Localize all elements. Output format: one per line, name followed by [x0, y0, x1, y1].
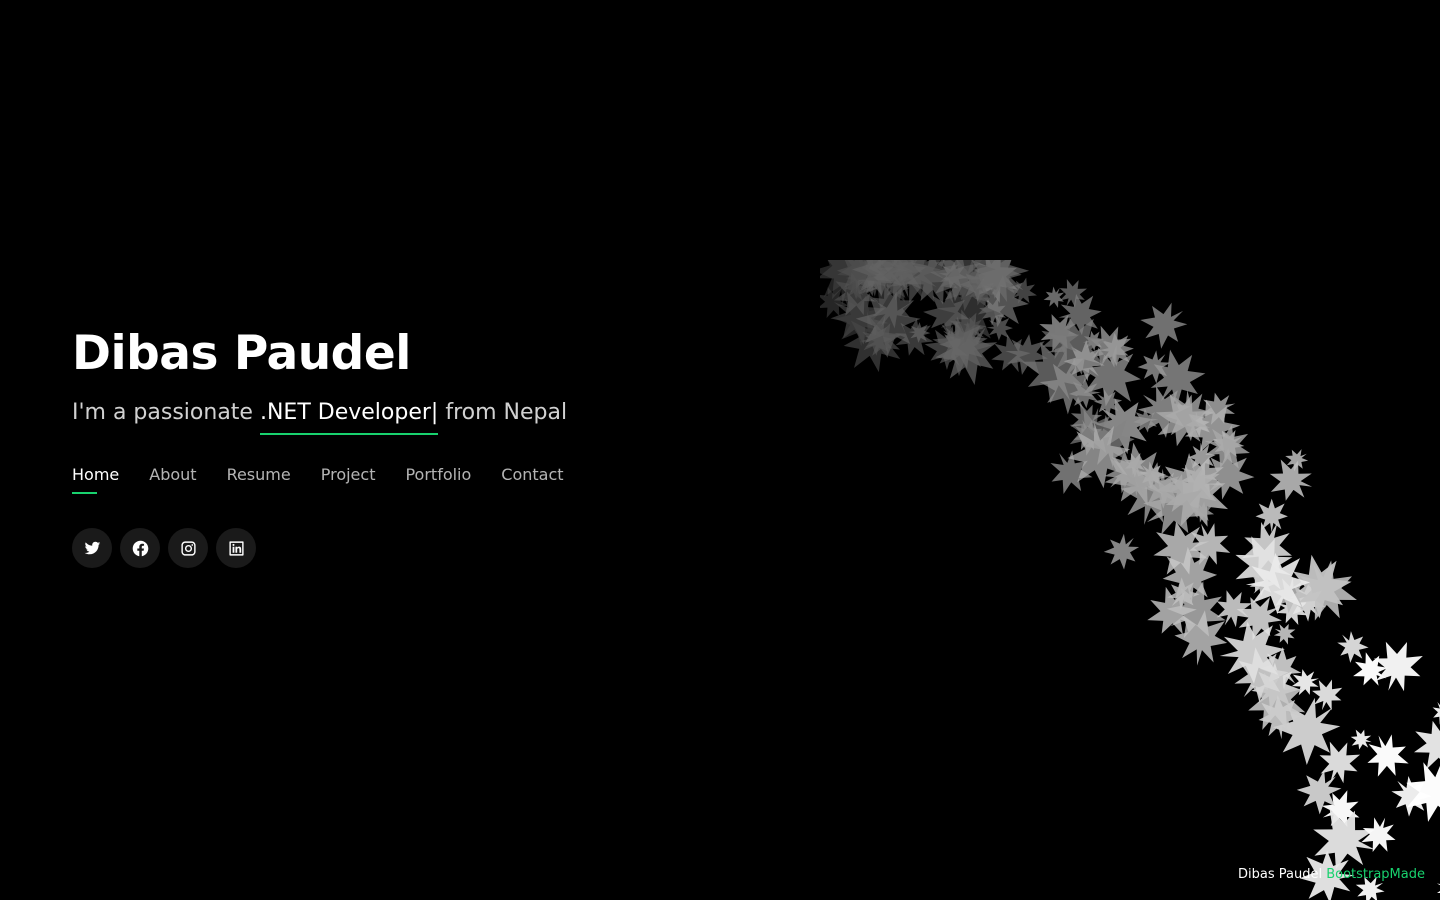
leaf-shape [1348, 726, 1375, 753]
subtitle-prefix: I'm a passionate [72, 400, 260, 425]
leaf-shape [986, 315, 1014, 341]
typing-cursor: | [430, 400, 439, 425]
credits: Dibas Paudel BootstrapMade [1238, 866, 1425, 884]
nav-portfolio[interactable]: Portfolio [405, 463, 471, 487]
hero-name: Dibas Paudel [72, 326, 411, 381]
hero-section: Dibas Paudel I'm a passionate .NET Devel… [0, 0, 1440, 900]
typed-role-text: .NET Developer [259, 400, 431, 425]
twitter-link[interactable] [72, 528, 112, 568]
facebook-icon [132, 540, 148, 556]
typed-role: .NET Developer| [259, 397, 439, 435]
bootstrapmade-link[interactable]: BootstrapMade [1326, 867, 1425, 882]
hero-subtitle: I'm a passionate .NET Developer| from Ne… [72, 397, 568, 435]
instagram-icon [180, 540, 196, 556]
leaf-shape [1432, 869, 1440, 900]
linkedin-link[interactable] [216, 528, 256, 568]
instagram-link[interactable] [168, 528, 208, 568]
leaf-shape [1255, 498, 1288, 533]
nav-resume[interactable]: Resume [227, 463, 291, 487]
falling-leaves-decoration [820, 260, 1440, 900]
nav-contact[interactable]: Contact [501, 463, 563, 487]
hero-content: Dibas Paudel I'm a passionate .NET Devel… [72, 318, 567, 568]
main-nav: Home About Resume Project Portfolio Cont… [72, 463, 594, 494]
leaf-shape [1132, 292, 1197, 357]
leaf-shape [1270, 619, 1300, 648]
credits-owner: Dibas Paudel [1237, 867, 1323, 882]
leaf-shape [1097, 526, 1147, 576]
nav-project[interactable]: Project [321, 463, 376, 487]
twitter-icon [84, 541, 100, 554]
social-links [72, 528, 256, 568]
leaf-shape [1359, 727, 1415, 785]
nav-about[interactable]: About [149, 463, 196, 487]
subtitle-suffix: from Nepal [438, 400, 568, 425]
facebook-link[interactable] [120, 528, 160, 568]
nav-home[interactable]: Home [72, 463, 119, 494]
leaf-shape [1406, 713, 1440, 776]
linkedin-icon [228, 540, 244, 556]
